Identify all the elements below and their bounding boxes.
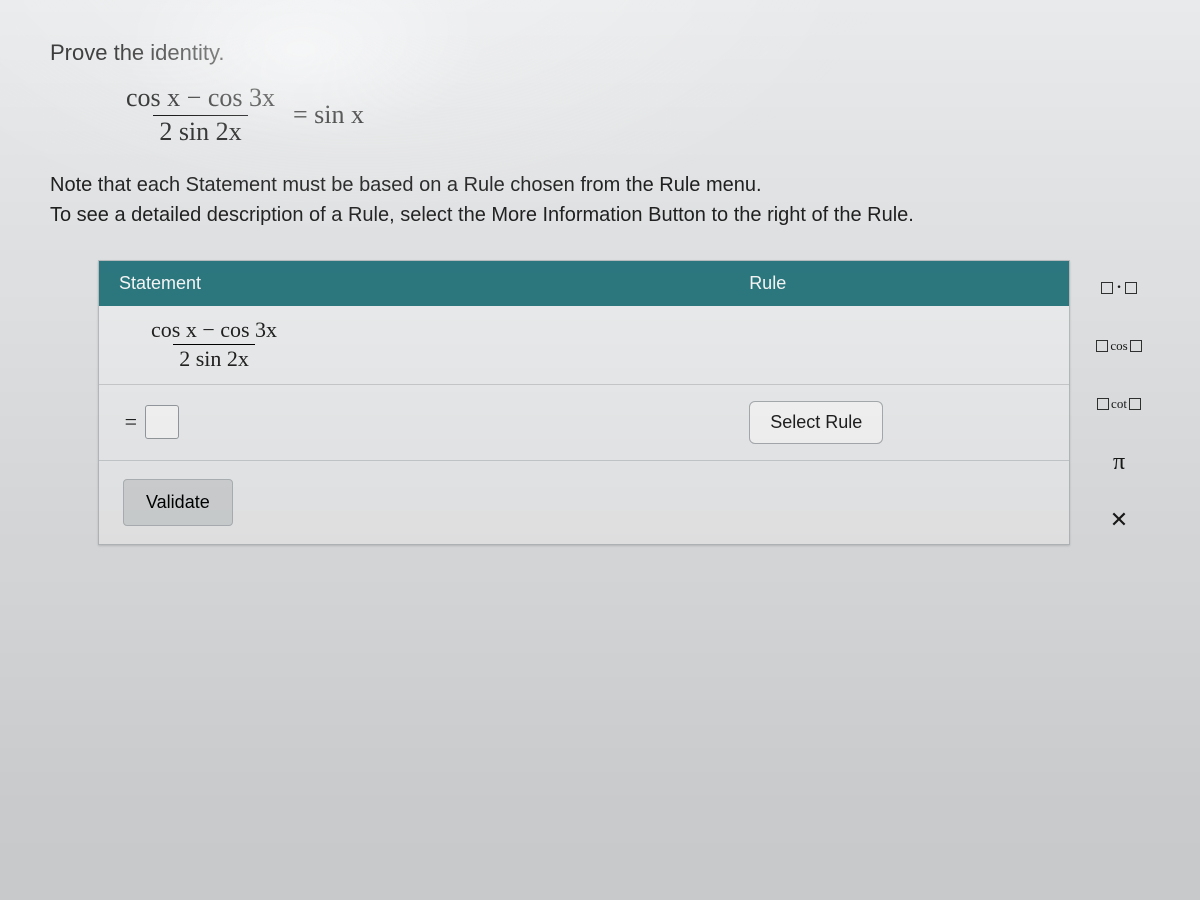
select-rule-button[interactable]: Select Rule (749, 401, 883, 444)
proof-row-2: = Select Rule (99, 384, 1069, 460)
identity-denominator: 2 sin 2x (153, 115, 247, 147)
header-rule: Rule (739, 261, 1069, 306)
statement-cell-2[interactable]: = (99, 385, 739, 460)
identity-numerator: cos x − cos 3x (120, 84, 281, 115)
rule-cell-1 (739, 306, 1069, 383)
placeholder-box-icon (1097, 398, 1109, 410)
identity-equation: cos x − cos 3x 2 sin 2x = sin x (120, 84, 1150, 146)
statement-1-numerator: cos x − cos 3x (145, 318, 283, 344)
validate-button[interactable]: Validate (123, 479, 233, 526)
cos-label: cos (1110, 338, 1127, 354)
placeholder-box-icon (1096, 340, 1108, 352)
instructions-note: Note that each Statement must be based o… (50, 170, 1150, 230)
statement-cell-1: cos x − cos 3x 2 sin 2x (99, 306, 739, 383)
note-line-2: To see a detailed description of a Rule,… (50, 200, 1150, 230)
validate-row: Validate (99, 460, 1069, 544)
header-statement: Statement (99, 261, 739, 306)
identity-fraction: cos x − cos 3x 2 sin 2x (120, 84, 281, 146)
pi-icon: π (1113, 449, 1125, 476)
proof-panel: Statement Rule cos x − cos 3x 2 sin 2x (98, 260, 1070, 544)
proof-row-1: cos x − cos 3x 2 sin 2x (99, 306, 1069, 383)
identity-rhs: = sin x (293, 100, 364, 130)
close-icon: ✕ (1110, 509, 1128, 531)
rule-cell-2: Select Rule (739, 385, 1069, 460)
symbol-palette: · cos cot π ✕ (1088, 260, 1150, 542)
note-line-1: Note that each Statement must be based o… (50, 170, 1150, 200)
row2-equals: = (123, 409, 145, 435)
palette-multiply-template[interactable]: · (1091, 266, 1147, 310)
palette-cot-template[interactable]: cot (1091, 382, 1147, 426)
statement-1-fraction: cos x − cos 3x 2 sin 2x (145, 318, 283, 371)
palette-cos-template[interactable]: cos (1091, 324, 1147, 368)
expression-input-slot[interactable] (145, 405, 179, 439)
equals-prefix: = (50, 260, 80, 322)
placeholder-box-icon (1130, 340, 1142, 352)
placeholder-box-icon (1125, 282, 1137, 294)
palette-pi[interactable]: π (1091, 440, 1147, 484)
placeholder-box-icon (1129, 398, 1141, 410)
placeholder-box-icon (1101, 282, 1113, 294)
panel-header: Statement Rule (99, 261, 1069, 306)
prompt-title: Prove the identity. (50, 40, 1150, 66)
cot-label: cot (1111, 396, 1127, 412)
palette-clear[interactable]: ✕ (1091, 498, 1147, 542)
dot-icon: · (1116, 279, 1121, 297)
statement-1-denominator: 2 sin 2x (173, 344, 255, 371)
